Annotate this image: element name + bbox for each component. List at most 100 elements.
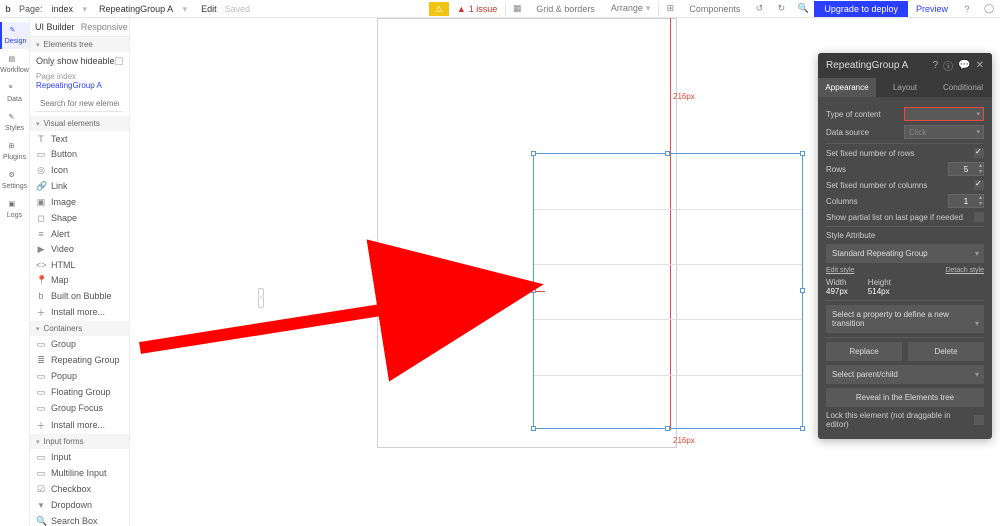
- popup-icon: ▭: [36, 371, 46, 382]
- grid-icon[interactable]: ▦: [506, 3, 528, 14]
- resize-handle[interactable]: [665, 426, 670, 431]
- resize-handle[interactable]: [665, 151, 670, 156]
- elem-checkbox[interactable]: ☑Checkbox: [30, 481, 129, 497]
- undo-icon[interactable]: ↺: [748, 3, 770, 14]
- section-input-forms[interactable]: Input forms: [30, 434, 129, 449]
- replace-button[interactable]: Replace: [826, 342, 902, 361]
- element-selector[interactable]: RepeatingGroup A: [93, 4, 193, 14]
- search-icon[interactable]: 🔍: [792, 3, 814, 14]
- select-parent-child[interactable]: Select parent/child: [826, 365, 984, 384]
- transition-select[interactable]: Select a property to define a new transi…: [826, 305, 984, 333]
- repeating-group-icon: ≣: [36, 355, 46, 366]
- section-containers[interactable]: Containers: [30, 321, 129, 336]
- resize-handle[interactable]: [531, 151, 536, 156]
- components-icon[interactable]: ⊞: [659, 3, 681, 14]
- crumb-page[interactable]: Page index: [36, 72, 123, 81]
- width-label: Width: [826, 278, 848, 287]
- preview-button[interactable]: Preview: [908, 4, 956, 14]
- redo-icon[interactable]: ↻: [770, 3, 792, 14]
- fixed-rows-checkbox[interactable]: [974, 148, 984, 158]
- rail-plugins[interactable]: ⊞Plugins: [0, 138, 29, 165]
- resize-handle[interactable]: [800, 426, 805, 431]
- rail-workflow[interactable]: ▤Workflow: [0, 51, 29, 78]
- top-bar: b Page: index RepeatingGroup A Edit Save…: [0, 0, 1000, 18]
- elem-search-box[interactable]: 🔍Search Box: [30, 513, 129, 526]
- elem-built-on-bubble[interactable]: bBuilt on Bubble: [30, 288, 129, 303]
- resize-handle[interactable]: [800, 288, 805, 293]
- tab-layout[interactable]: Layout: [876, 78, 934, 97]
- map-icon: 📍: [36, 275, 46, 286]
- partial-list-checkbox[interactable]: [974, 212, 984, 222]
- section-visual-elements[interactable]: Visual elements: [30, 116, 129, 131]
- help-icon[interactable]: ?: [956, 4, 978, 14]
- tab-appearance[interactable]: Appearance: [818, 78, 876, 97]
- rail-styles[interactable]: ✎Styles: [0, 109, 29, 136]
- grid-borders-button[interactable]: Grid & borders: [528, 4, 603, 14]
- rail-design[interactable]: ✎Design: [0, 22, 29, 49]
- elem-link[interactable]: 🔗Link: [30, 178, 129, 194]
- rail-logs[interactable]: ▣Logs: [0, 196, 29, 223]
- only-show-hideable-checkbox[interactable]: [115, 57, 123, 65]
- rail-data[interactable]: ≡Data: [0, 80, 29, 107]
- elem-shape[interactable]: ◻Shape: [30, 210, 129, 226]
- delete-button[interactable]: Delete: [908, 342, 984, 361]
- tab-conditional[interactable]: Conditional: [934, 78, 992, 97]
- elem-image[interactable]: ▣Image: [30, 194, 129, 210]
- style-select[interactable]: Standard Repeating Group: [826, 244, 984, 263]
- edit-label[interactable]: Edit: [193, 4, 225, 14]
- inspector-titlebar[interactable]: RepeatingGroup A ? ⓘ 💬 ✕: [818, 53, 992, 78]
- cols-stepper[interactable]: 1▴▾: [948, 194, 984, 208]
- repeating-group-element[interactable]: [533, 153, 803, 429]
- upgrade-button[interactable]: Upgrade to deploy: [814, 1, 908, 17]
- reveal-in-tree-button[interactable]: Reveal in the Elements tree: [826, 388, 984, 407]
- tab-ui-builder[interactable]: UI Builder: [30, 18, 80, 36]
- elem-map[interactable]: 📍Map: [30, 272, 129, 288]
- help-icon[interactable]: ?: [933, 60, 939, 71]
- rows-stepper[interactable]: 5▴▾: [948, 162, 984, 176]
- resize-handle[interactable]: [800, 151, 805, 156]
- elem-video[interactable]: ▶Video: [30, 241, 129, 257]
- bubble-logo[interactable]: b: [0, 4, 16, 14]
- crumb-current[interactable]: RepeatingGroup A: [36, 81, 123, 90]
- info-icon[interactable]: ⓘ: [943, 58, 953, 73]
- comment-icon[interactable]: 💬: [958, 60, 970, 71]
- account-icon[interactable]: ◯: [978, 3, 1000, 14]
- elem-button[interactable]: ▭Button: [30, 146, 129, 162]
- elem-multiline-input[interactable]: ▭Multiline Input: [30, 465, 129, 481]
- lock-checkbox[interactable]: [974, 415, 984, 425]
- fixed-cols-checkbox[interactable]: [974, 180, 984, 190]
- detach-style-link[interactable]: Detach style: [945, 267, 984, 274]
- style-attribute-label: Style Attribute: [826, 231, 984, 240]
- elem-group-focus[interactable]: ▭Group Focus: [30, 400, 129, 416]
- elem-text[interactable]: TText: [30, 131, 129, 146]
- elem-input[interactable]: ▭Input: [30, 449, 129, 465]
- resize-handle[interactable]: [531, 426, 536, 431]
- close-icon[interactable]: ✕: [976, 60, 984, 71]
- elem-install-more-visual[interactable]: ＋Install more...: [30, 303, 129, 321]
- elem-alert[interactable]: ≡Alert: [30, 226, 129, 241]
- canvas[interactable]: 216px 216px 216px ‹ Repe: [130, 18, 1000, 526]
- elem-floating-group[interactable]: ▭Floating Group: [30, 384, 129, 400]
- tab-responsive[interactable]: Responsive: [80, 18, 130, 36]
- elem-icon[interactable]: ◎Icon: [30, 162, 129, 178]
- left-rail: ✎Design ▤Workflow ≡Data ✎Styles ⊞Plugins…: [0, 18, 30, 526]
- rg-row-divider: [534, 319, 802, 320]
- section-elements-tree[interactable]: Elements tree: [30, 37, 129, 52]
- arrange-menu[interactable]: Arrange: [603, 3, 659, 14]
- issues-button[interactable]: ▲1 issue: [449, 4, 505, 14]
- edit-style-link[interactable]: Edit style: [826, 267, 854, 274]
- rail-settings[interactable]: ⚙Settings: [0, 167, 29, 194]
- components-button[interactable]: Components: [681, 4, 748, 14]
- type-of-content-select[interactable]: [904, 107, 984, 121]
- property-inspector[interactable]: RepeatingGroup A ? ⓘ 💬 ✕ Appearance Layo…: [818, 53, 992, 439]
- element-search-input[interactable]: [36, 96, 123, 112]
- elem-html[interactable]: <>HTML: [30, 257, 129, 272]
- elem-popup[interactable]: ▭Popup: [30, 368, 129, 384]
- elem-install-more-containers[interactable]: ＋Install more...: [30, 416, 129, 434]
- data-source-field[interactable]: Click: [904, 125, 984, 139]
- warning-icon[interactable]: ⚠: [429, 2, 449, 16]
- elem-dropdown[interactable]: ▾Dropdown: [30, 497, 129, 513]
- elem-repeating-group[interactable]: ≣Repeating Group: [30, 352, 129, 368]
- elem-group[interactable]: ▭Group: [30, 336, 129, 352]
- page-selector[interactable]: index: [46, 4, 94, 14]
